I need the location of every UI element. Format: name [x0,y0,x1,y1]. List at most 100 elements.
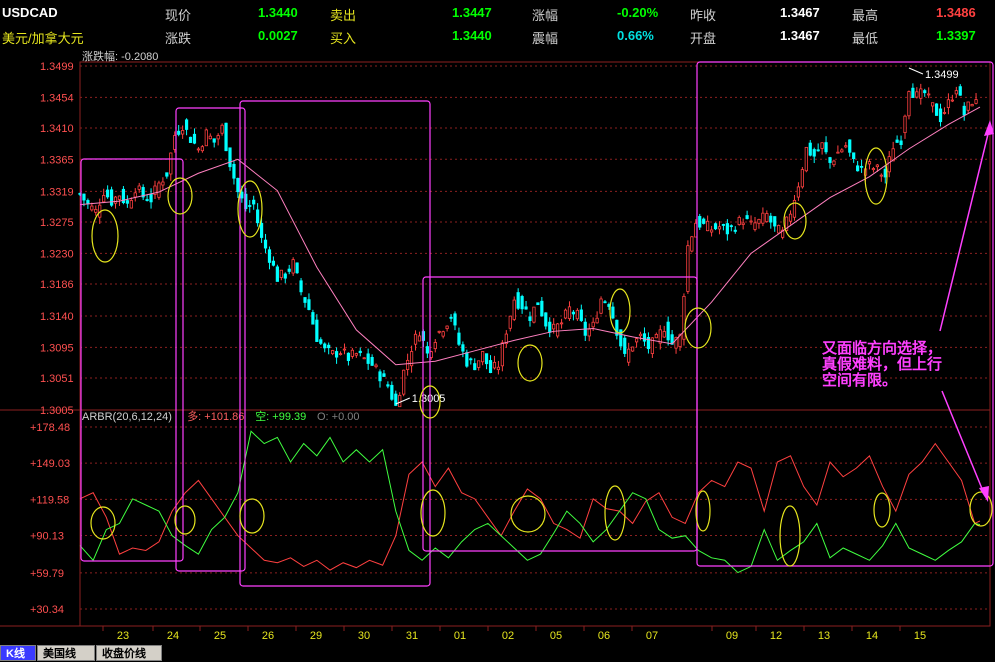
candle-body [374,364,378,368]
candle-body [962,105,966,116]
header-row2-cell-4: 1.3440 [452,28,492,43]
arrow-down-line [941,390,986,497]
candle-body [488,360,493,373]
candle-body [540,300,544,317]
highlight-circle [420,489,446,537]
candle-body [508,315,512,329]
candle-body [777,225,781,234]
tab-kline[interactable]: K线 [0,645,36,661]
price-tick-label: 1.3275 [40,217,74,229]
candle-body [413,333,418,345]
candle-body [283,273,287,279]
candle-body [974,99,978,104]
candle-body [559,322,564,325]
candle-body [216,135,220,140]
candle-body [303,297,307,303]
candle-body [469,358,473,361]
candle-body [895,139,899,143]
candle-body [524,306,528,310]
candle-body [295,262,299,274]
arrow-up-line [939,125,991,332]
candle-body [903,115,907,134]
x-tick-label: 31 [406,630,418,642]
annotation-note: 又面临方向选择， 真假难料，但上行 空间有限。 [822,340,942,388]
x-tick-label: 23 [117,630,129,642]
candle-body [721,224,726,226]
price-tick-label: 1.3410 [40,123,74,135]
candle-body [86,200,90,204]
candle-body [942,112,947,114]
price-tick-label: 1.3186 [40,279,74,291]
candle-body [323,343,327,349]
candle-body [741,222,745,225]
price-tick-label: 1.3230 [40,248,74,260]
candle-body [129,200,133,209]
highlight-circle [684,307,712,349]
candle-body [623,337,627,354]
candle-body [575,309,579,320]
candle-body [117,195,122,200]
candle-body [709,229,714,233]
candle-body [192,133,197,144]
x-tick-label: 25 [214,630,226,642]
candle-body [954,90,958,95]
candle-body [923,90,927,94]
candle-body [327,344,331,349]
highlight-circle [167,177,193,215]
candle-body [315,319,319,342]
candle-body [950,99,954,102]
x-tick-label: 14 [866,630,878,642]
candle-body [299,280,303,293]
tab-us-line[interactable]: 美国线 [37,645,95,661]
candle-body [702,218,706,224]
candle-body [149,193,153,203]
candle-body [102,195,106,203]
candle-body [240,191,244,199]
candle-body [757,219,761,224]
candle-body [532,306,536,323]
candle-body [773,216,777,227]
x-tick-label: 06 [598,630,610,642]
candle-body [603,301,607,304]
candle-body [859,165,864,168]
candle-body [733,229,737,232]
candle-body [820,142,824,149]
price-tick-label: 1.3454 [40,92,74,104]
x-tick-label: 01 [454,630,466,642]
candle-body [398,394,402,408]
candle-body [595,317,599,324]
tab-close-line[interactable]: 收盘价线 [96,645,162,661]
candle-body [477,360,481,368]
price-tick-label: 1.3140 [40,311,74,323]
candle-body [177,130,181,135]
candle-body [137,185,141,190]
candle-body [591,321,595,328]
header-row2-cell-9: 最低 [852,31,879,46]
candle-body [256,209,260,224]
candle-body [729,225,733,228]
candle-body [425,346,429,354]
x-tick-label: 09 [726,630,738,642]
annotation-box [239,100,431,587]
header-row2-cell-8: 1.3467 [780,28,820,43]
highlight-circle [91,209,119,263]
candle-body [706,220,710,232]
candle-body [350,349,354,357]
candle-body [386,384,390,387]
indicator-legend-entry: ARBR(20,6,12,24) [82,411,172,423]
highlight-circle [695,490,711,532]
indicator-tick-label: +59.79 [30,568,64,580]
indicator-tick-label: +119.58 [30,494,69,506]
header-row2-cell-2: 0.0027 [258,28,298,43]
candle-body [90,205,94,211]
candle-body [232,163,236,179]
candle-body [548,321,552,333]
candle-body [567,306,572,319]
candle-body [287,268,291,272]
candle-body [745,215,749,219]
candle-body [725,223,729,235]
candle-body [512,299,516,320]
candle-body [844,145,848,148]
candle-body [224,122,228,152]
candle-body [528,316,532,321]
